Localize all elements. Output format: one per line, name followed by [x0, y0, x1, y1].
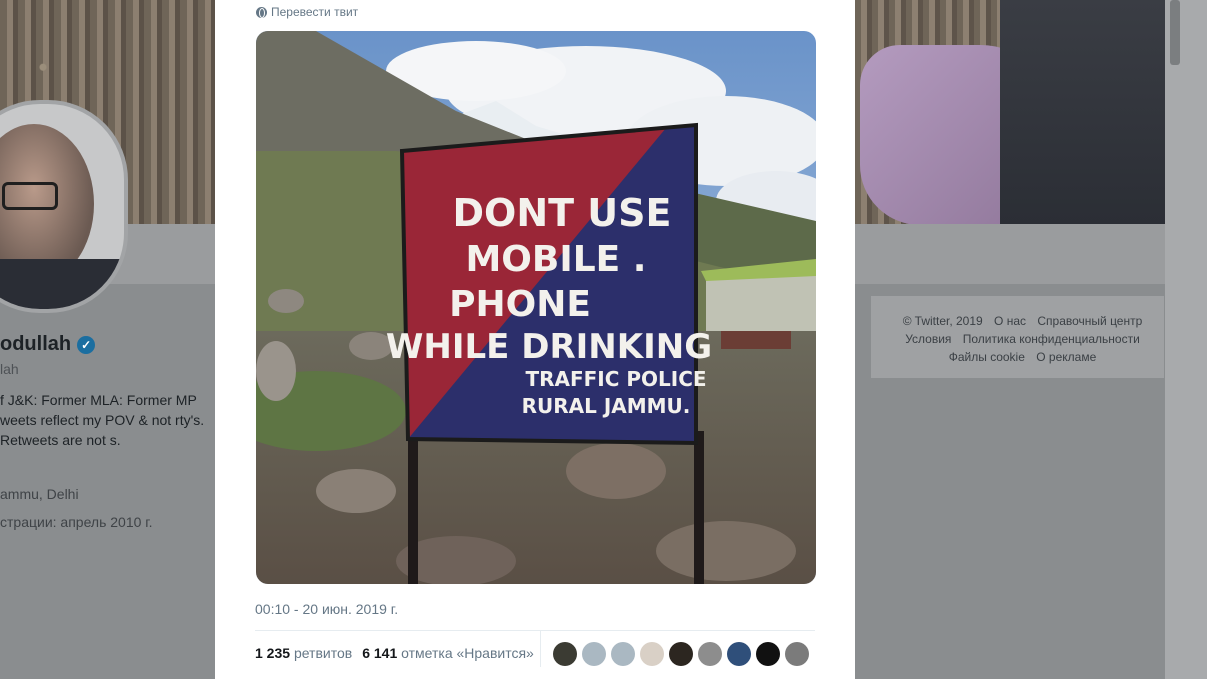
globe-icon — [256, 6, 267, 18]
stats-divider-top — [255, 630, 815, 631]
likes-label: отметка «Нравится» — [401, 645, 534, 661]
likes-stat[interactable]: 6 141 отметка «Нравится» — [362, 645, 534, 661]
profile-bio: f J&K: Former MLA: Former MP weets refle… — [0, 392, 205, 448]
tweet-timestamp[interactable]: 00:10 - 20 июн. 2019 г. — [255, 601, 398, 617]
avatar-blue-icon[interactable] — [727, 642, 751, 666]
avatar-light-icon[interactable] — [640, 642, 664, 666]
avatar-grey-icon[interactable] — [785, 642, 809, 666]
scrollbar-track[interactable] — [1165, 0, 1207, 679]
profile-name[interactable]: odullah ✓ — [0, 333, 96, 356]
translate-label: Перевести твит — [271, 5, 359, 19]
profile-location: ammu, Delhi — [0, 486, 79, 502]
sign-line-3: PHONE — [449, 284, 591, 325]
footer-links: © Twitter, 2019 О нас Справочный центр У… — [880, 312, 1165, 366]
glasses-shape — [2, 182, 58, 210]
retweets-label: ретвитов — [293, 645, 353, 661]
footer-link-terms[interactable]: Условия — [905, 332, 951, 346]
sign-line-4: WHILE DRINKING — [386, 327, 712, 367]
footer-link-cookies[interactable]: Файлы cookie — [949, 350, 1025, 364]
footer-link-privacy[interactable]: Политика конфиденциальности — [963, 332, 1140, 346]
verified-badge-icon: ✓ — [77, 335, 96, 354]
footer-link-ads[interactable]: О рекламе — [1036, 350, 1096, 364]
avatar-shirt — [0, 259, 124, 309]
likes-count: 6 141 — [362, 645, 398, 661]
sign-line-1: DONT USE — [453, 191, 672, 235]
profile-avatar[interactable] — [0, 100, 128, 313]
banner-figure-dark — [1000, 0, 1165, 224]
default-avatar-icon[interactable] — [582, 642, 606, 666]
avatar-black-icon[interactable] — [756, 642, 780, 666]
sign-line-2: MOBILE . — [465, 239, 646, 280]
retweets-stat[interactable]: 1 235 ретвитов — [255, 645, 352, 661]
default-avatar-icon[interactable] — [611, 642, 635, 666]
profile-name-text: odullah — [0, 333, 72, 355]
sign-line-5: TRAFFIC POLICE — [525, 367, 706, 391]
scrollbar-thumb[interactable] — [1170, 0, 1180, 65]
translate-tweet-link[interactable]: Перевести твит — [256, 5, 358, 19]
footer-link-about[interactable]: О нас — [994, 314, 1026, 328]
retweets-count: 1 235 — [255, 645, 291, 661]
stats-separator — [540, 631, 541, 667]
profile-handle[interactable]: lah — [0, 361, 19, 377]
tweet-photo-image: DONT USE MOBILE . PHONE WHILE DRINKING T… — [256, 31, 816, 584]
sign-line-6: RURAL JAMMU. — [522, 394, 691, 418]
liker-avatars — [553, 642, 809, 666]
footer-copyright: © Twitter, 2019 — [902, 314, 983, 328]
avatar-grey-icon[interactable] — [698, 642, 722, 666]
tweet-photo[interactable]: DONT USE MOBILE . PHONE WHILE DRINKING T… — [256, 31, 816, 584]
avatar-dark-icon[interactable] — [669, 642, 693, 666]
tweet-stats: 1 235 ретвитов 6 141 отметка «Нравится» — [255, 645, 534, 661]
profile-join-date: страции: апрель 2010 г. — [0, 514, 153, 530]
footer-link-help[interactable]: Справочный центр — [1037, 314, 1142, 328]
avatar-dark-icon[interactable] — [553, 642, 577, 666]
